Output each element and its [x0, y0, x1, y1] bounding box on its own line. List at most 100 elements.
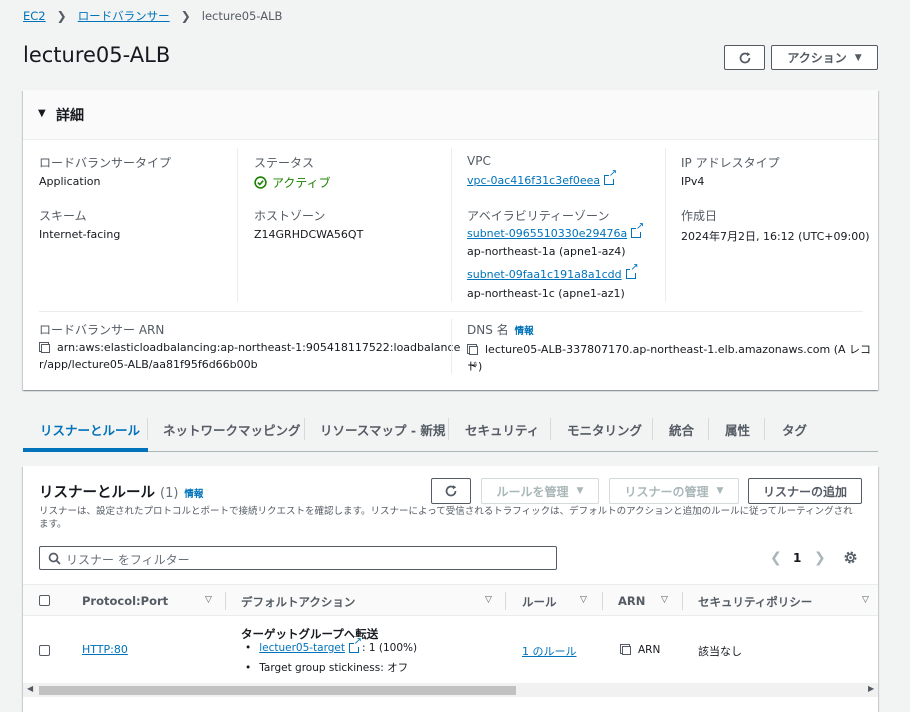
scrollbar-thumb[interactable]	[39, 686, 516, 695]
table-header: Protocol:Port ▽ デフォルトアクション ▽ ルール ▽ ARN ▽…	[23, 584, 878, 616]
details-title: 詳細	[56, 108, 84, 124]
active-tab-indicator	[23, 448, 148, 452]
col-default-action[interactable]: デフォルトアクション	[241, 594, 355, 610]
rules-link[interactable]: 1 のルール	[522, 643, 577, 659]
subnet-1: subnet-0965510330e29476a	[467, 222, 645, 240]
subnet-2-az: ap-northeast-1c (apne1-az1)	[467, 287, 625, 300]
dns-label: DNS 名	[467, 323, 509, 337]
arn-label: ロードバランサー ARN	[39, 323, 165, 337]
tab-attributes[interactable]: 属性	[725, 420, 750, 439]
hosted-zone-label: ホストゾーン	[254, 209, 326, 223]
external-link-icon	[625, 263, 639, 279]
scroll-right-icon[interactable]: ▶	[868, 684, 874, 693]
divider	[451, 148, 452, 302]
sort-icon[interactable]: ▽	[205, 595, 212, 605]
copy-icon[interactable]	[39, 342, 50, 353]
column-separator	[505, 592, 506, 610]
az-label: アベイラビリティーゾーン	[467, 209, 610, 223]
add-listener-button[interactable]: リスナーの追加	[748, 478, 862, 504]
tab-separator	[147, 418, 148, 440]
actions-button[interactable]: アクション ▼	[771, 45, 878, 70]
status-value: アクティブ	[254, 174, 331, 191]
ip-type-value: IPv4	[681, 175, 705, 188]
bullet: •	[245, 662, 252, 674]
refresh-button[interactable]	[724, 45, 765, 70]
security-policy-value: 該当なし	[698, 645, 742, 658]
tab-tags[interactable]: タグ	[782, 420, 807, 439]
select-all-checkbox[interactable]	[39, 595, 50, 606]
tab-security[interactable]: セキュリティ	[465, 420, 539, 439]
listeners-refresh-button[interactable]	[431, 478, 471, 504]
copy-icon[interactable]	[620, 644, 631, 655]
row-checkbox[interactable]	[39, 645, 50, 656]
listeners-info-link[interactable]: 情報	[184, 486, 203, 500]
tab-monitoring[interactable]: モニタリング	[567, 420, 642, 439]
prev-page-icon[interactable]: ❮	[770, 550, 782, 566]
ip-type-label: IP アドレスタイプ	[681, 156, 780, 170]
sort-icon[interactable]: ▽	[485, 595, 492, 605]
tab-integrations[interactable]: 統合	[669, 420, 694, 439]
refresh-icon	[739, 51, 750, 63]
manage-rules-button[interactable]: ルールを管理 ▼	[481, 478, 599, 504]
table-row: HTTP:80 ターゲットグループへ転送 • lectuer05-target …	[23, 616, 878, 683]
divider	[451, 319, 452, 374]
tab-listeners-rules[interactable]: リスナーとルール	[40, 420, 140, 439]
scheme-value: Internet-facing	[39, 228, 121, 241]
sort-icon[interactable]: ▽	[862, 595, 869, 605]
next-page-icon[interactable]: ❯	[814, 550, 826, 566]
arn-copy[interactable]: ARN	[620, 644, 660, 656]
created-label: 作成日	[681, 209, 718, 223]
external-link-icon	[631, 222, 645, 238]
tab-separator	[304, 418, 305, 440]
column-separator	[225, 592, 226, 610]
breadcrumb-load-balancers[interactable]: ロードバランサー	[78, 8, 170, 24]
tab-separator	[708, 418, 709, 440]
manage-listener-button[interactable]: リスナーの管理 ▼	[609, 478, 739, 504]
listeners-header: リスナーとルール (1) 情報	[39, 481, 203, 502]
subnet-1-link[interactable]: subnet-0965510330e29476a	[467, 227, 627, 240]
subnet-2-link[interactable]: subnet-09faa1c191a8a1cdd	[467, 268, 622, 281]
stickiness-item: • Target group stickiness: オフ	[245, 660, 408, 675]
sort-icon[interactable]: ▽	[661, 595, 668, 605]
details-header[interactable]: ▼ 詳細	[23, 90, 878, 140]
breadcrumb-ec2[interactable]: EC2	[23, 9, 46, 23]
scheme-label: スキーム	[39, 209, 87, 223]
filter-search[interactable]: リスナー をフィルター	[39, 546, 557, 570]
horizontal-scrollbar[interactable]: ◀ ▶	[23, 683, 878, 697]
dns-text-1: lecture05-ALB-337807170.ap-northeast-1.e…	[467, 343, 872, 372]
tab-network-mapping[interactable]: ネットワークマッピング	[163, 420, 301, 439]
search-icon	[48, 552, 61, 565]
arn-line-2: r/app/lecture05-ALB/aa81f95f6d66b00b	[39, 358, 258, 371]
manage-rules-label: ルールを管理	[496, 484, 569, 499]
arn-label-cell: ARN	[638, 644, 661, 656]
bullet: •	[245, 642, 252, 654]
col-arn[interactable]: ARN	[618, 594, 645, 608]
col-rules[interactable]: ルール	[522, 594, 557, 610]
external-link-icon	[604, 169, 618, 185]
dns-info-link[interactable]: 情報	[515, 326, 534, 337]
search-input[interactable]: リスナー をフィルター	[66, 551, 190, 568]
scroll-left-icon[interactable]: ◀	[27, 684, 33, 693]
col-protocol-port[interactable]: Protocol:Port	[82, 594, 168, 608]
caret-down-icon: ▼	[38, 108, 46, 119]
refresh-icon	[445, 485, 457, 497]
target-group-link[interactable]: lectuer05-target	[259, 642, 345, 654]
tab-bar: リスナーとルール ネットワークマッピング リソースマップ - 新規 セキュリティ…	[23, 410, 878, 452]
external-link-icon	[348, 637, 362, 653]
chevron-right-icon: ❯	[56, 9, 67, 23]
subnet-1-az: ap-northeast-1a (apne1-az4)	[467, 245, 626, 258]
breadcrumb-current: lecture05-ALB	[201, 9, 283, 23]
stickiness-text: Target group stickiness: オフ	[259, 662, 409, 674]
col-security-policy[interactable]: セキュリティポリシー	[698, 594, 812, 610]
page-number[interactable]: 1	[793, 551, 801, 565]
gear-icon[interactable]	[843, 550, 858, 565]
lb-type-label: ロードバランサータイプ	[39, 156, 172, 170]
copy-icon[interactable]	[467, 344, 478, 355]
protocol-port-link[interactable]: HTTP:80	[82, 643, 128, 656]
description-line-1: リスナーは、設定されたプロトコルとポートで接続リクエストを確認します。リスナーに…	[39, 506, 853, 517]
vpc-link[interactable]: vpc-0ac416f31c3ef0eea	[467, 174, 600, 187]
sort-icon[interactable]: ▽	[580, 595, 587, 605]
manage-listener-label: リスナーの管理	[624, 484, 709, 499]
tab-resource-map[interactable]: リソースマップ - 新規	[320, 420, 445, 439]
target-item: • lectuer05-target : 1 (100%)	[245, 637, 417, 654]
